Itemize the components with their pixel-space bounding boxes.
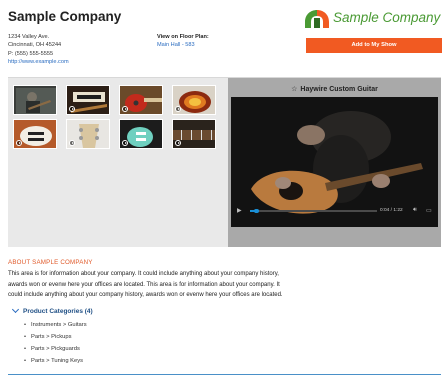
product-categories-list: Instruments > Guitars Parts > Pickups Pa… <box>24 319 87 367</box>
video-controls: ▶ 0:04 / 1:22 🔊︎ ▭ <box>231 204 438 218</box>
gallery-thumbnail-4[interactable] <box>172 85 216 115</box>
video-play-icon <box>175 140 181 146</box>
company-address: 1234 Valley Ave. Cincinnati, OH 45244 P:… <box>8 33 69 67</box>
product-categories-toggle[interactable]: Product Categories (4) <box>11 305 93 315</box>
video-player: ☆ Haywire Custom Guitar ▶ 0:04 / 1:22 🔊︎… <box>228 78 441 247</box>
video-title-text: Haywire Custom Guitar <box>300 86 378 93</box>
list-item: Parts > Pickguards <box>24 343 87 355</box>
volume-icon[interactable]: 🔊︎ <box>413 207 417 214</box>
list-item: Parts > Tuning Keys <box>24 355 87 367</box>
logo-text: Sample Company <box>333 10 441 25</box>
floor-plan-link[interactable]: Main Hall - 583 <box>157 41 209 49</box>
about-line-2: awards won or evenw here your offices ar… <box>8 281 280 288</box>
video-play-icon <box>16 140 22 146</box>
phone: P: (555) 555-5555 <box>8 50 54 57</box>
gallery-thumbnail-8[interactable] <box>172 119 216 149</box>
company-logo: Sample Company <box>302 8 442 30</box>
about-line-3: could include anything about your compan… <box>8 292 283 299</box>
video-play-icon <box>122 140 128 146</box>
gallery-thumbnail-7[interactable] <box>119 119 163 149</box>
about-text: This area is for information about your … <box>8 269 438 301</box>
thumbnail-gallery <box>8 78 228 247</box>
list-item: Parts > Pickups <box>24 331 87 343</box>
floor-plan-label: View on Floor Plan: <box>157 34 209 40</box>
sample-company-logo-icon <box>305 10 329 28</box>
company-name: Sample Company <box>8 9 122 24</box>
floor-plan: View on Floor Plan: Main Hall - 583 <box>157 33 209 50</box>
gallery-thumbnail-2[interactable] <box>66 85 110 115</box>
add-to-my-show-button[interactable]: Add to My Show <box>306 38 442 53</box>
video-play-icon <box>69 106 75 112</box>
address-line-1: 1234 Valley Ave. <box>8 34 50 40</box>
about-title: ABOUT SAMPLE COMPANY <box>8 259 93 266</box>
divider <box>8 374 441 375</box>
about-line-1: This area is for information about your … <box>8 271 279 277</box>
star-outline-icon[interactable]: ☆ <box>291 86 297 93</box>
list-item: Instruments > Guitars <box>24 319 87 331</box>
fullscreen-icon[interactable]: ▭ <box>426 207 432 214</box>
product-categories-heading: Product Categories (4) <box>23 308 93 315</box>
gallery-thumbnail-3[interactable] <box>119 85 163 115</box>
website-link[interactable]: http://www.example.com <box>8 58 69 66</box>
media-section: ☆ Haywire Custom Guitar ▶ 0:04 / 1:22 🔊︎… <box>8 77 441 247</box>
gallery-thumbnail-5[interactable] <box>13 119 57 149</box>
video-progress-bar[interactable] <box>250 208 377 213</box>
play-icon[interactable]: ▶ <box>237 207 242 214</box>
video-play-icon <box>122 106 128 112</box>
gallery-thumbnail-6[interactable] <box>66 119 110 149</box>
gallery-thumbnail-1[interactable] <box>13 85 57 115</box>
video-play-icon <box>69 140 75 146</box>
video-time: 0:04 / 1:22 <box>380 208 403 213</box>
video-play-icon <box>175 106 181 112</box>
video-scrubber-handle[interactable] <box>254 208 259 213</box>
address-line-2: Cincinnati, OH 45244 <box>8 42 62 49</box>
video-title: ☆ Haywire Custom Guitar <box>228 85 441 93</box>
chevron-down-icon <box>11 305 20 313</box>
